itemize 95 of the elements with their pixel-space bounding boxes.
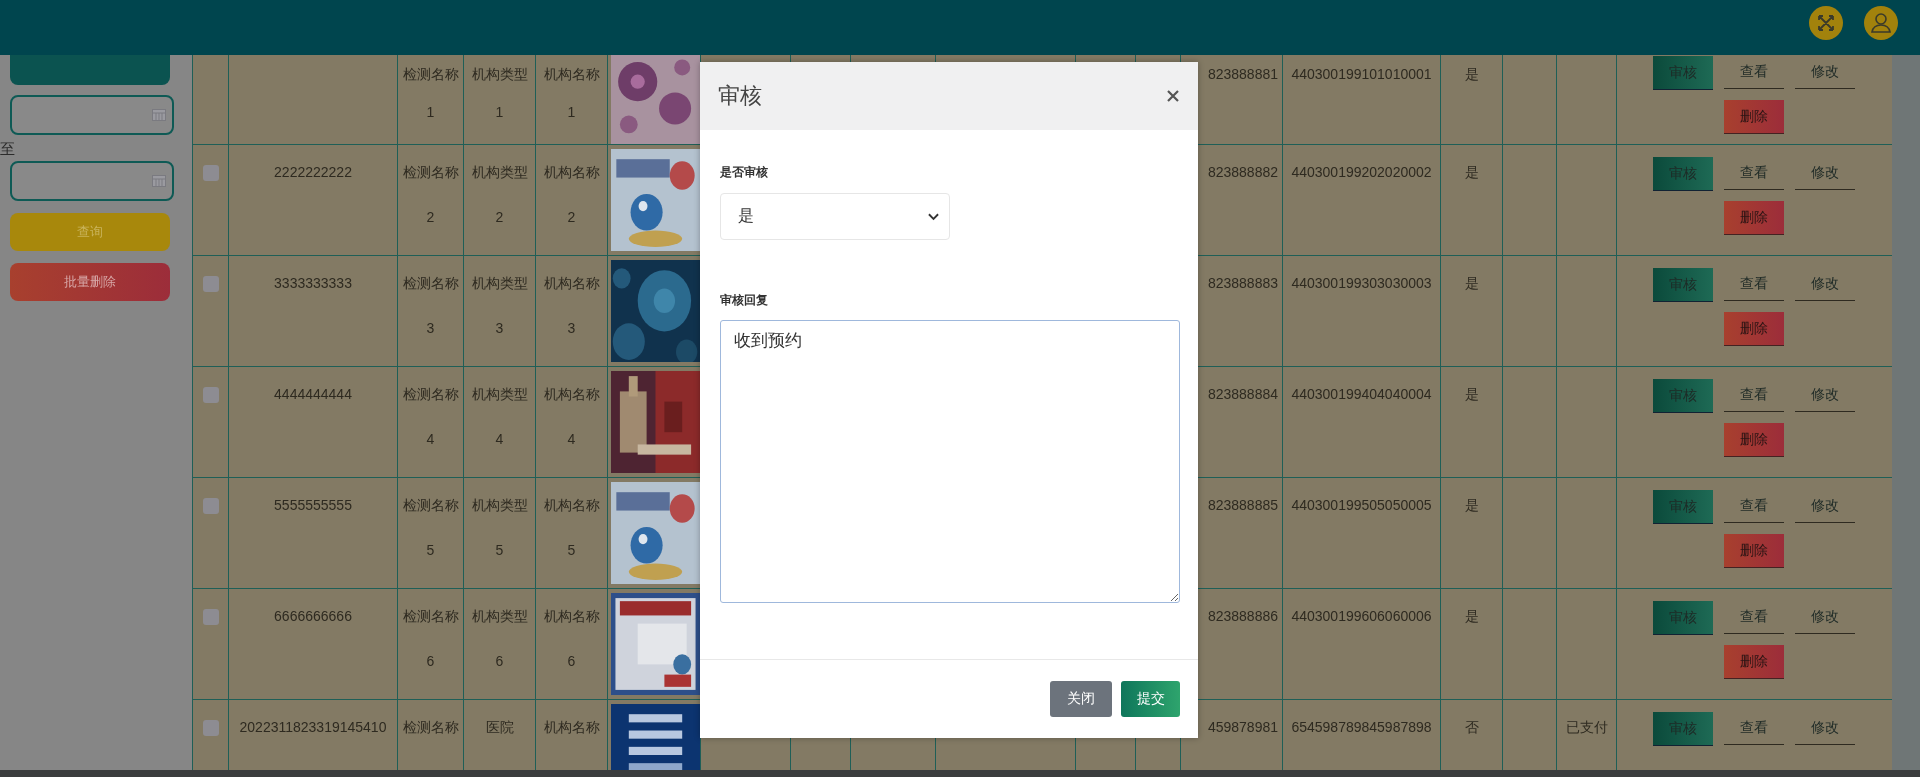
table-cell: 机构名称2 <box>543 164 600 225</box>
table-cell: 检测名称3 <box>402 275 459 336</box>
fullscreen-icon[interactable] <box>1809 5 1843 40</box>
table-cell: 机构类型5 <box>471 497 528 558</box>
table-cell: 4444444444 <box>274 386 352 402</box>
table-cell: 医院 <box>485 719 514 735</box>
table-cell: 823888883 <box>1207 275 1278 291</box>
table-cell: 3333333333 <box>274 275 352 291</box>
row-checkbox[interactable] <box>203 720 219 736</box>
row-checkbox[interactable] <box>203 387 219 403</box>
view-button[interactable]: 查看 <box>1724 56 1784 89</box>
delete-button[interactable]: 删除 <box>1724 312 1784 345</box>
edit-button[interactable]: 修改 <box>1795 712 1855 745</box>
table-cell: 2022311823319145410 <box>239 719 387 735</box>
table-cell: 机构名称5 <box>543 497 600 558</box>
vertical-scrollbar[interactable] <box>1892 55 1920 770</box>
edit-button[interactable]: 修改 <box>1795 490 1855 523</box>
field-label: 审核回复 <box>720 292 768 308</box>
edit-button[interactable]: 修改 <box>1795 379 1855 412</box>
table-cell: 检测名称4 <box>402 386 459 447</box>
edit-button[interactable]: 修改 <box>1795 56 1855 89</box>
table-cell: 440300199606060006 <box>1291 608 1432 624</box>
horizontal-scrollbar[interactable] <box>0 770 1920 777</box>
sidebar-button[interactable] <box>10 55 170 85</box>
table-cell: 2222222222 <box>274 164 352 180</box>
row-checkbox[interactable] <box>203 165 219 181</box>
table-cell: 是 <box>1464 497 1479 513</box>
table-cell: 检测名称2 <box>402 164 459 225</box>
table-cell: 机构类型3 <box>471 275 528 336</box>
table-cell: 否 <box>1464 719 1479 735</box>
table-cell: 440300199202020002 <box>1291 164 1432 180</box>
table-cell: 440300199505050005 <box>1291 497 1432 513</box>
dialog-title: 审核 <box>718 82 762 110</box>
row-checkbox[interactable] <box>203 276 219 292</box>
table-cell: 机构类型1 <box>471 66 528 120</box>
table-cell: 823888886 <box>1207 608 1278 624</box>
table-cell: 检测名称1 <box>402 66 459 120</box>
table-cell: 检测名称6 <box>402 608 459 669</box>
table-cell: 823888882 <box>1207 164 1278 180</box>
field-label: 是否审核 <box>720 164 768 180</box>
table-cell: 检测名称 <box>402 719 459 735</box>
row-checkbox[interactable] <box>203 609 219 625</box>
view-button[interactable]: 查看 <box>1724 268 1784 301</box>
table-cell: 440300199101010001 <box>1291 66 1432 82</box>
table-cell: 440300199303030003 <box>1291 275 1432 291</box>
table-cell: 6666666666 <box>274 608 352 624</box>
table-cell: 5555555555 <box>274 497 352 513</box>
table-cell: 是 <box>1464 66 1479 82</box>
table-cell: 机构类型2 <box>471 164 528 225</box>
table-cell: 823888884 <box>1207 386 1278 402</box>
user-icon[interactable] <box>1864 5 1898 40</box>
table-cell: 是 <box>1464 386 1479 402</box>
close-button[interactable]: 关闭 <box>1050 681 1112 717</box>
table-cell: 654598789845987898 <box>1291 719 1432 735</box>
table-cell: 机构名称4 <box>543 386 600 447</box>
close-icon[interactable] <box>1166 89 1180 103</box>
calendar-icon <box>152 175 166 187</box>
table-cell: 是 <box>1464 275 1479 291</box>
table-cell: 机构名称 <box>543 719 600 735</box>
edit-button[interactable]: 修改 <box>1795 601 1855 634</box>
reply-field[interactable]: 收到预约 <box>720 320 1180 603</box>
delete-button[interactable]: 删除 <box>1724 534 1784 567</box>
chevron-icon <box>928 212 939 221</box>
table-cell: 检测名称5 <box>402 497 459 558</box>
table-cell: 机构名称1 <box>543 66 600 120</box>
delete-button[interactable]: 删除 <box>1724 423 1784 456</box>
view-button[interactable]: 查看 <box>1724 601 1784 634</box>
table-cell: 823888885 <box>1207 497 1278 513</box>
edit-button[interactable]: 修改 <box>1795 157 1855 190</box>
submit-button[interactable]: 提交 <box>1121 681 1180 717</box>
table-cell: 是 <box>1464 164 1479 180</box>
date-field[interactable] <box>10 161 174 201</box>
table-cell: 是 <box>1464 608 1479 624</box>
view-button[interactable]: 查看 <box>1724 379 1784 412</box>
range-separator: 至 <box>0 141 15 157</box>
audit-select[interactable]: 是 <box>720 193 950 240</box>
table-cell: 机构类型6 <box>471 608 528 669</box>
edit-button[interactable]: 修改 <box>1795 268 1855 301</box>
delete-button[interactable]: 删除 <box>1724 100 1784 133</box>
view-button[interactable]: 查看 <box>1724 712 1784 745</box>
table-cell: 已支付 <box>1565 719 1608 735</box>
row-checkbox[interactable] <box>203 498 219 514</box>
date-field[interactable] <box>10 95 174 135</box>
view-button[interactable]: 查看 <box>1724 157 1784 190</box>
table-cell: 机构类型4 <box>471 386 528 447</box>
batch-delete-button[interactable]: 批量删除 <box>10 263 170 301</box>
table-cell: 机构名称6 <box>543 608 600 669</box>
delete-button[interactable]: 删除 <box>1724 645 1784 678</box>
table-cell: 440300199404040004 <box>1291 386 1432 402</box>
table-cell: 823888881 <box>1207 66 1278 82</box>
view-button[interactable]: 查看 <box>1724 490 1784 523</box>
calendar-icon <box>152 109 166 121</box>
delete-button[interactable]: 删除 <box>1724 201 1784 234</box>
table-cell: 机构名称3 <box>543 275 600 336</box>
table-cell: 459878981 <box>1207 719 1278 735</box>
